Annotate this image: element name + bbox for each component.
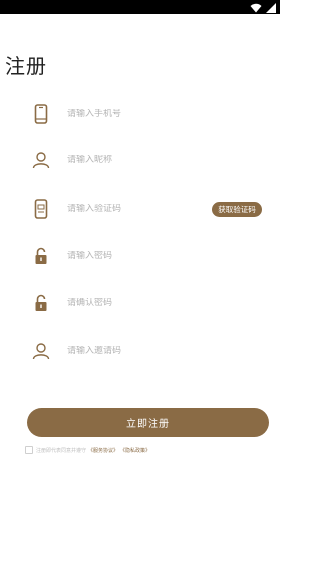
password-input[interactable] (67, 251, 197, 261)
status-bar (0, 0, 280, 14)
code-input[interactable] (67, 204, 197, 214)
agreement-row: 注册即代表同意并遵守 《服务协议》 《隐私政策》 (25, 445, 150, 455)
phone-input[interactable] (67, 109, 197, 119)
confirm-password-field (30, 289, 275, 317)
user-icon (30, 340, 52, 362)
status-icons (250, 1, 276, 13)
password-field (30, 242, 275, 270)
phone-icon (30, 103, 52, 125)
confirm-password-input[interactable] (67, 298, 197, 308)
invite-input[interactable] (67, 346, 197, 356)
user-agreement-link[interactable]: 《服务协议》 (88, 447, 118, 454)
agreement-text: 注册即代表同意并遵守 (36, 447, 87, 454)
get-code-button[interactable]: 获取验证码 (212, 202, 262, 217)
agreement-checkbox[interactable] (25, 446, 33, 454)
nickname-field (30, 146, 275, 174)
nickname-input[interactable] (67, 155, 197, 165)
register-button[interactable]: 立即注册 (27, 408, 269, 437)
phone-field (30, 100, 275, 128)
page-title: 注册 (5, 54, 47, 78)
signal-icon (266, 0, 276, 17)
invite-field (30, 337, 275, 365)
lock-icon (30, 245, 52, 267)
privacy-policy-link[interactable]: 《隐私政策》 (120, 447, 150, 454)
user-icon (30, 149, 52, 171)
lock-icon (30, 292, 52, 314)
sms-icon (30, 198, 52, 220)
wifi-icon (250, 0, 262, 17)
